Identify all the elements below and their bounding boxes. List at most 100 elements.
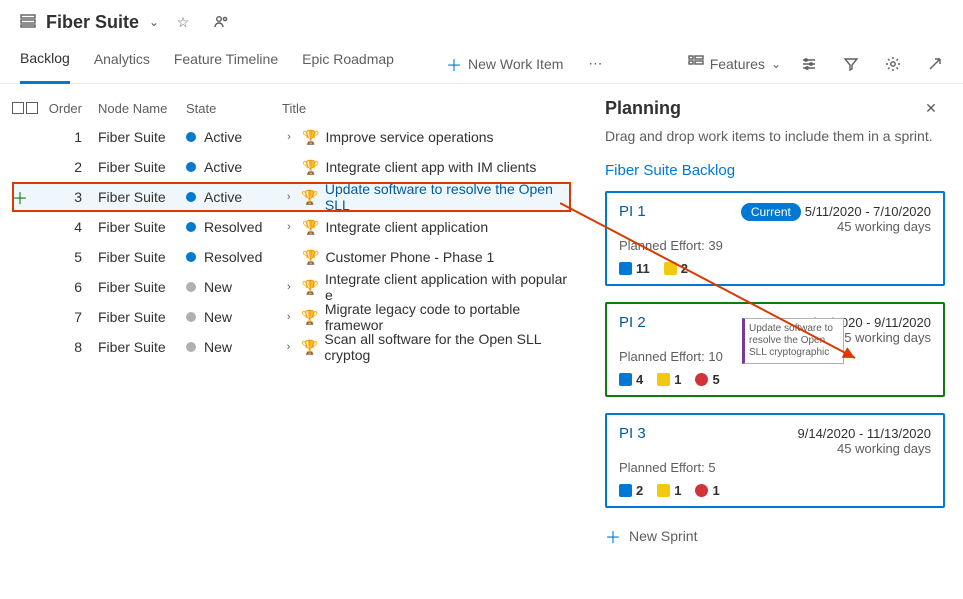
plus-icon: ＋ xyxy=(446,52,462,76)
chevron-down-icon[interactable]: ⌄ xyxy=(149,15,159,29)
state-dot-icon xyxy=(186,252,196,262)
trophy-icon: 🏆 xyxy=(301,339,318,356)
feature-icon xyxy=(619,373,632,386)
trophy-icon: 🏆 xyxy=(301,309,318,326)
work-item-title[interactable]: Customer Phone - Phase 1 xyxy=(325,249,494,265)
sprint-name[interactable]: PI 3 xyxy=(619,425,646,442)
team-icon[interactable] xyxy=(207,8,235,36)
new-work-item-button[interactable]: ＋ New Work Item xyxy=(446,52,563,76)
table-row[interactable]: 8Fiber SuiteNew›🏆Scan all software for t… xyxy=(12,332,571,362)
sprint-card[interactable]: PI 39/14/2020 - 11/13/202045 working day… xyxy=(605,413,945,508)
table-row[interactable]: 7Fiber SuiteNew›🏆Migrate legacy code to … xyxy=(12,302,571,332)
sprint-badges: 211 xyxy=(619,483,931,498)
col-title[interactable]: Title xyxy=(282,101,571,116)
chevron-right-icon[interactable]: › xyxy=(282,221,296,233)
cell-node: Fiber Suite xyxy=(98,309,186,325)
cell-state: New xyxy=(186,309,282,325)
suite-icon xyxy=(20,13,36,32)
work-item-title[interactable]: Integrate client app with IM clients xyxy=(325,159,536,175)
close-icon[interactable]: ✕ xyxy=(917,94,945,122)
cell-state: Active xyxy=(186,159,282,175)
state-dot-icon xyxy=(186,162,196,172)
new-sprint-label: New Sprint xyxy=(629,528,697,544)
new-sprint-button[interactable]: ＋ New Sprint xyxy=(605,524,945,548)
tab-feature-timeline[interactable]: Feature Timeline xyxy=(174,44,278,84)
favorite-icon[interactable]: ☆ xyxy=(169,8,197,36)
more-icon[interactable]: ⋯ xyxy=(581,50,609,78)
work-item-title[interactable]: Integrate client application xyxy=(325,219,488,235)
table-row[interactable]: 5Fiber SuiteResolved🏆Customer Phone - Ph… xyxy=(12,242,571,272)
sprint-name[interactable]: PI 2 xyxy=(619,314,646,331)
table-row[interactable]: ＋3Fiber SuiteActive›🏆Update software to … xyxy=(12,182,571,212)
cell-state: New xyxy=(186,279,282,295)
cell-state: New xyxy=(186,339,282,355)
grid-header: Order Node Name State Title xyxy=(12,94,571,122)
col-node[interactable]: Node Name xyxy=(98,101,186,116)
feature-icon xyxy=(619,484,632,497)
cell-title: › 🏆 Scan all software for the Open SLL cry… xyxy=(282,331,571,363)
cell-state: Resolved xyxy=(186,249,282,265)
sprint-card[interactable]: PI 27/13/2020 - 9/11/202045 working days… xyxy=(605,302,945,397)
features-label: Features xyxy=(710,56,765,72)
cell-node: Fiber Suite xyxy=(98,189,186,205)
fullscreen-icon[interactable] xyxy=(921,50,949,78)
backlog-link[interactable]: Fiber Suite Backlog xyxy=(605,162,945,179)
view-options-icon[interactable] xyxy=(795,50,823,78)
trophy-icon: 🏆 xyxy=(302,279,319,296)
cell-state: Active xyxy=(186,189,282,205)
work-item-title[interactable]: Migrate legacy code to portable framewor xyxy=(325,301,571,333)
cell-node: Fiber Suite xyxy=(98,129,186,145)
panel-title: Planning xyxy=(605,98,681,119)
tab-backlog[interactable]: Backlog xyxy=(20,44,70,84)
cell-title: ›🏆Integrate client application xyxy=(282,219,571,236)
story-icon xyxy=(657,373,670,386)
settings-icon[interactable] xyxy=(879,50,907,78)
planned-effort: Planned Effort: 39 xyxy=(619,238,931,253)
cell-order: 6 xyxy=(46,279,98,295)
chevron-right-icon[interactable]: › xyxy=(282,131,296,143)
add-icon[interactable]: ＋ xyxy=(12,185,28,209)
cell-order: 4 xyxy=(46,219,98,235)
state-dot-icon xyxy=(186,342,196,352)
chevron-right-icon[interactable]: › xyxy=(282,281,296,293)
cell-node: Fiber Suite xyxy=(98,279,186,295)
table-row[interactable]: 6Fiber SuiteNew› 🏆 Integrate client applic… xyxy=(12,272,571,302)
cell-title: › 🏆 Integrate client application with popu… xyxy=(282,271,571,303)
sprint-name[interactable]: PI 1 xyxy=(619,203,646,220)
page-header: Fiber Suite ⌄ ☆ xyxy=(0,0,963,44)
chevron-right-icon[interactable]: › xyxy=(282,341,295,353)
cell-node: Fiber Suite xyxy=(98,159,186,175)
sprint-card[interactable]: PI 1Current 5/11/2020 - 7/10/202045 work… xyxy=(605,191,945,286)
sprint-days: 45 working days xyxy=(798,441,932,456)
bug-icon xyxy=(695,484,708,497)
filter-icon[interactable] xyxy=(837,50,865,78)
chevron-right-icon[interactable]: › xyxy=(282,191,295,203)
work-item-title[interactable]: Integrate client application with popula… xyxy=(325,271,571,303)
tab-epic-roadmap[interactable]: Epic Roadmap xyxy=(302,44,394,84)
cell-node: Fiber Suite xyxy=(98,249,186,265)
table-row[interactable]: 4Fiber SuiteResolved›🏆Integrate client a… xyxy=(12,212,571,242)
cell-order: 2 xyxy=(46,159,98,175)
work-item-title[interactable]: Improve service operations xyxy=(325,129,493,145)
col-state[interactable]: State xyxy=(186,101,282,116)
cell-title: ›🏆Update software to resolve the Open SL… xyxy=(282,181,571,213)
work-item-title[interactable]: Update software to resolve the Open SLL xyxy=(325,181,571,213)
work-item-title[interactable]: Scan all software for the Open SLL crypt… xyxy=(324,331,571,363)
trophy-icon: 🏆 xyxy=(302,159,319,176)
chevron-right-icon[interactable]: › xyxy=(282,311,295,323)
new-work-item-label: New Work Item xyxy=(468,56,563,72)
chevron-down-icon: ⌄ xyxy=(771,57,781,71)
cell-title: › 🏆 Migrate legacy code to portable framew… xyxy=(282,301,571,333)
trophy-icon: 🏆 xyxy=(302,249,319,266)
expand-all-icon[interactable] xyxy=(12,102,24,114)
sprint-badges: 112 xyxy=(619,261,931,276)
state-dot-icon xyxy=(186,192,196,202)
panel-subtitle: Drag and drop work items to include them… xyxy=(605,128,945,144)
table-row[interactable]: 2Fiber SuiteActive 🏆 Integrate client app … xyxy=(12,152,571,182)
col-order[interactable]: Order xyxy=(46,101,98,116)
sprint-badges: 415 xyxy=(619,372,931,387)
features-dropdown[interactable]: Features ⌄ xyxy=(688,54,781,73)
table-row[interactable]: 1Fiber SuiteActive›🏆Improve service oper… xyxy=(12,122,571,152)
collapse-all-icon[interactable] xyxy=(26,102,38,114)
tab-analytics[interactable]: Analytics xyxy=(94,44,150,84)
